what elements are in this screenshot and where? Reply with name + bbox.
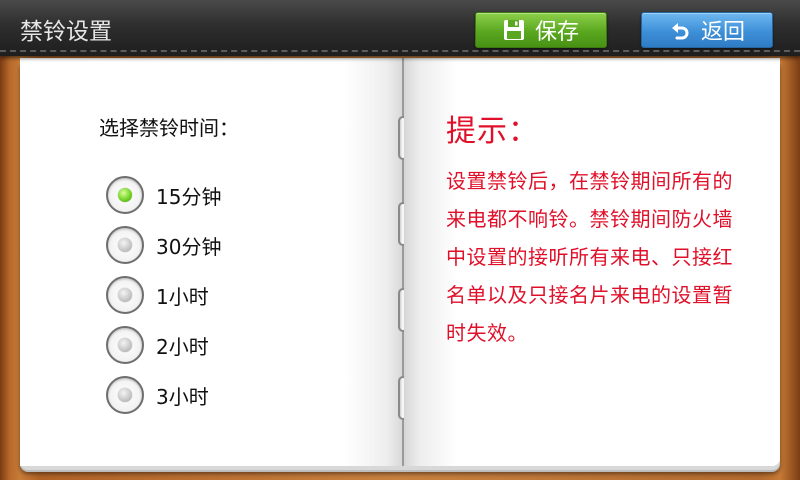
radio-button[interactable] bbox=[106, 376, 144, 414]
option-15-minutes[interactable]: 15分钟 bbox=[106, 170, 306, 220]
option-label: 1小时 bbox=[156, 284, 209, 309]
option-label: 2小时 bbox=[156, 334, 209, 359]
option-3-hours[interactable]: 3小时 bbox=[106, 370, 306, 420]
option-30-minutes[interactable]: 30分钟 bbox=[106, 220, 306, 270]
radio-button[interactable] bbox=[106, 226, 144, 264]
option-2-hours[interactable]: 2小时 bbox=[106, 320, 306, 370]
back-button[interactable]: 返回 bbox=[641, 12, 773, 48]
option-label: 30分钟 bbox=[156, 234, 222, 259]
radio-dot-icon bbox=[118, 238, 132, 252]
radio-button[interactable] bbox=[106, 326, 144, 364]
option-label: 15分钟 bbox=[156, 184, 222, 209]
radio-dot-icon bbox=[118, 388, 132, 402]
radio-dot-icon bbox=[118, 338, 132, 352]
radio-dot-icon bbox=[118, 188, 132, 202]
option-label: 3小时 bbox=[156, 384, 209, 409]
option-1-hour[interactable]: 1小时 bbox=[106, 270, 306, 320]
select-time-label: 选择禁铃时间： bbox=[99, 116, 239, 140]
time-options: 15分钟 30分钟 1小时 2小时 3小时 bbox=[106, 170, 306, 420]
floppy-disk-icon bbox=[503, 19, 525, 41]
title-bar: 禁铃设置 保存 返回 bbox=[0, 0, 800, 56]
tip-title: 提示： bbox=[446, 114, 539, 149]
left-page: 选择禁铃时间： 15分钟 30分钟 1小时 2小时 3小时 bbox=[20, 58, 402, 466]
notebook: 选择禁铃时间： 15分钟 30分钟 1小时 2小时 3小时 提示： 设置禁铃后，… bbox=[20, 58, 780, 466]
undo-arrow-icon bbox=[669, 19, 691, 41]
page-title: 禁铃设置 bbox=[20, 19, 112, 45]
back-button-label: 返回 bbox=[700, 20, 745, 45]
radio-button[interactable] bbox=[106, 276, 144, 314]
radio-button-checked[interactable] bbox=[106, 176, 144, 214]
tip-text: 设置禁铃后，在禁铃期间所有的来电都不响铃。禁铃期间防火墙中设置的接听所有来电、只… bbox=[446, 169, 733, 345]
radio-dot-icon bbox=[118, 288, 132, 302]
save-button-label: 保存 bbox=[534, 20, 579, 45]
save-button[interactable]: 保存 bbox=[475, 12, 607, 48]
